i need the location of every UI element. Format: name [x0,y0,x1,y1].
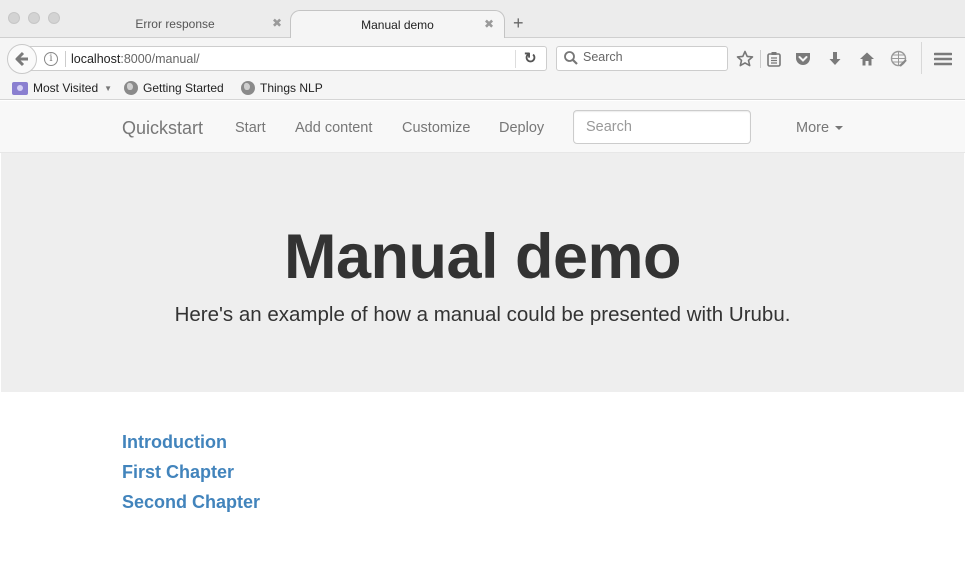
bookmark-label: Things NLP [260,81,323,95]
nav-link-start[interactable]: Start [235,120,266,136]
bookmarks-toolbar: Most Visited ▼ Getting Started Things NL… [0,78,965,100]
bookmark-label: Getting Started [143,81,224,95]
download-icon[interactable] [825,49,845,69]
globe-icon [241,81,255,95]
folder-icon [12,81,28,95]
url-text[interactable]: localhost:8000/manual/ [71,52,200,66]
divider [760,50,761,68]
url-path: :8000/manual/ [120,52,200,66]
nav-link-add-content[interactable]: Add content [295,120,372,136]
hamburger-menu-icon[interactable] [933,49,953,69]
site-search-input[interactable] [573,110,751,144]
tab-manual-demo[interactable]: Manual demo ✖ [290,10,505,39]
bookmark-most-visited[interactable]: Most Visited ▼ [12,81,112,95]
pocket-icon[interactable] [793,49,813,69]
new-tab-button[interactable]: + [513,14,524,32]
site-info-icon[interactable]: i [44,52,58,66]
toc-link-first-chapter[interactable]: First Chapter [122,462,260,492]
nav-link-deploy[interactable]: Deploy [499,120,544,136]
hero-jumbotron: Manual demo Here's an example of how a m… [1,153,964,392]
more-dropdown[interactable]: More [796,120,844,136]
chevron-down-icon: ▼ [104,83,113,93]
navbar-brand[interactable]: Quickstart [122,118,203,139]
more-label: More [796,120,830,136]
tab-error-response[interactable]: Error response ✖ [60,10,290,38]
bookmark-star-icon[interactable] [735,49,755,69]
browser-tab-bar: Error response ✖ Manual demo ✖ + [0,0,965,39]
divider [65,51,66,67]
reload-icon[interactable]: ↻ [524,49,537,67]
browser-search-input[interactable] [583,50,723,64]
page-subtitle: Here's an example of how a manual could … [174,303,791,326]
site-navbar: Quickstart Start Add content Customize D… [0,101,965,153]
url-host: localhost [71,52,121,66]
tab-label: Manual demo [361,18,434,32]
table-of-contents: Introduction First Chapter Second Chapte… [122,432,260,522]
back-button[interactable] [7,44,37,74]
sync-globe-icon[interactable] [889,49,909,69]
nav-link-customize[interactable]: Customize [402,120,471,136]
page-title: Manual demo [283,222,682,292]
browser-search-box[interactable] [556,46,728,71]
bookmark-things-nlp[interactable]: Things NLP [241,81,323,95]
globe-icon [124,81,138,95]
back-arrow-icon [15,51,28,67]
home-icon[interactable] [857,49,877,69]
divider [921,42,922,74]
search-icon [564,51,578,65]
reading-list-icon[interactable] [764,49,784,69]
window-zoom-button[interactable] [48,12,60,24]
tab-label: Error response [135,17,215,31]
caret-down-icon [835,126,844,130]
window-minimize-button[interactable] [28,12,40,24]
url-bar[interactable]: i localhost:8000/manual/ ↻ [30,46,547,71]
bookmark-label: Most Visited [33,81,99,95]
bookmark-getting-started[interactable]: Getting Started [124,81,224,95]
tab-close-icon[interactable]: ✖ [272,16,282,30]
window-close-button[interactable] [8,12,20,24]
browser-toolbar: i localhost:8000/manual/ ↻ [0,38,965,78]
tab-close-icon[interactable]: ✖ [484,17,494,31]
toc-link-second-chapter[interactable]: Second Chapter [122,492,260,522]
divider [515,50,516,68]
toc-link-introduction[interactable]: Introduction [122,432,260,462]
